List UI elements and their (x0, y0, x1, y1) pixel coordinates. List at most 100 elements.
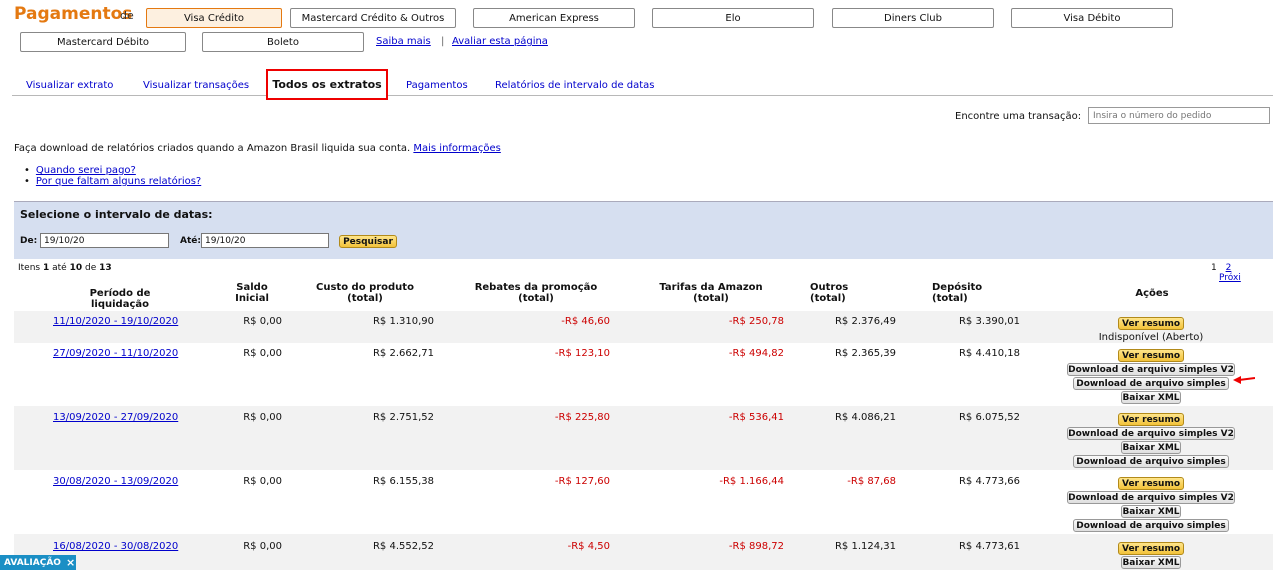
rebates-cell: -R$ 127,60 (554, 476, 610, 487)
ver-resumo-button[interactable]: Ver resumo (1118, 317, 1184, 330)
download-de-arquivo-simples-button[interactable]: Download de arquivo simples (1073, 519, 1229, 532)
outros-cell: R$ 2.365,39 (834, 348, 896, 359)
period-link[interactable]: 27/09/2020 - 11/10/2020 (53, 348, 178, 359)
deposito-cell: R$ 4.773,61 (958, 541, 1020, 552)
ver-resumo-button[interactable]: Ver resumo (1118, 413, 1184, 426)
tab-relatorios-intervalo[interactable]: Relatórios de intervalo de datas (495, 80, 655, 91)
date-range-title: Selecione o intervalo de datas: (20, 208, 213, 221)
outros-cell: R$ 1.124,31 (834, 541, 896, 552)
period-link[interactable]: 11/10/2020 - 19/10/2020 (53, 316, 178, 327)
custo-cell: R$ 2.751,52 (372, 412, 434, 423)
intro-sentence: Faça download de relatórios criados quan… (14, 143, 411, 154)
red-arrow-icon (1233, 376, 1255, 384)
saldo-cell: R$ 0,00 (243, 476, 282, 487)
items-prefix: Itens (18, 263, 41, 273)
deposito-cell: R$ 3.390,01 (958, 316, 1020, 327)
card-tab-amex[interactable]: American Express (473, 8, 635, 28)
col-deposito: Depósito (total) (932, 282, 983, 304)
card-tab-visa-debito[interactable]: Visa Débito (1011, 8, 1173, 28)
tab-todos-os-extratos[interactable]: Todos os extratos (266, 69, 388, 100)
feedback-tab[interactable]: AVALIAÇÃO × (0, 555, 76, 570)
baixar-xml-button[interactable]: Baixar XML (1121, 391, 1181, 404)
col-rebates: Rebates da promoção (total) (474, 282, 598, 304)
card-tab-boleto[interactable]: Boleto (202, 32, 364, 52)
baixar-xml-button[interactable]: Baixar XML (1121, 441, 1181, 454)
pesquisar-button[interactable]: Pesquisar (339, 235, 397, 248)
outros-cell: -R$ 87,68 (847, 476, 896, 487)
col-tarifas: Tarifas da Amazon (total) (659, 282, 763, 304)
saldo-cell: R$ 0,00 (243, 412, 282, 423)
card-tab-mastercard-debito[interactable]: Mastercard Débito (20, 32, 186, 52)
items-count: Itens 1 até 10 de 13 (18, 263, 112, 273)
period-link[interactable]: 16/08/2020 - 30/08/2020 (53, 541, 178, 552)
quando-serei-pago-link[interactable]: Quando serei pago? (36, 165, 136, 176)
saiba-mais-link[interactable]: Saiba mais (376, 36, 431, 47)
order-search-input[interactable] (1088, 107, 1270, 124)
card-tab-diners[interactable]: Diners Club (832, 8, 994, 28)
ver-resumo-button[interactable]: Ver resumo (1118, 542, 1184, 555)
download-de-arquivo-simples-v2-button[interactable]: Download de arquivo simples V2 (1067, 363, 1235, 376)
tarifas-cell: -R$ 898,72 (728, 541, 784, 552)
saldo-cell: R$ 0,00 (243, 348, 282, 359)
ate-label: Até: (180, 236, 201, 246)
col-acoes: Ações (1135, 288, 1169, 299)
rebates-cell: -R$ 225,80 (554, 412, 610, 423)
download-de-arquivo-simples-v2-button[interactable]: Download de arquivo simples V2 (1067, 491, 1235, 504)
card-tab-visa-credito[interactable]: Visa Crédito (146, 8, 282, 28)
list-item: Por que faltam alguns relatórios? (24, 176, 201, 187)
close-icon[interactable]: × (66, 556, 75, 569)
ver-resumo-button[interactable]: Ver resumo (1118, 349, 1184, 362)
feedback-label: AVALIAÇÃO (4, 557, 61, 568)
custo-cell: R$ 6.155,38 (372, 476, 434, 487)
date-to-input[interactable] (201, 233, 329, 248)
tab-pagamentos[interactable]: Pagamentos (406, 80, 468, 91)
baixar-xml-button[interactable]: Baixar XML (1121, 556, 1181, 569)
custo-cell: R$ 4.552,52 (372, 541, 434, 552)
deposito-cell: R$ 4.773,66 (958, 476, 1020, 487)
col-outros: Outros (total) (810, 282, 849, 304)
status-text: Indisponível (Aberto) (1098, 332, 1204, 343)
rebates-cell: -R$ 46,60 (561, 316, 610, 327)
rebates-cell: -R$ 4,50 (567, 541, 610, 552)
tabs-divider (12, 95, 1273, 96)
page-title: Pagamentos (14, 4, 133, 24)
download-de-arquivo-simples-v2-button[interactable]: Download de arquivo simples V2 (1067, 427, 1235, 440)
de-label: De: (20, 236, 38, 246)
list-item: Quando serei pago? (24, 165, 201, 176)
title-suffix: de (120, 9, 134, 22)
col-saldo: Saldo Inicial (235, 282, 269, 304)
outros-cell: R$ 4.086,21 (834, 412, 896, 423)
period-link[interactable]: 13/09/2020 - 27/09/2020 (53, 412, 178, 423)
ver-resumo-button[interactable]: Ver resumo (1118, 477, 1184, 490)
next-page-link[interactable]: Próxi (1219, 273, 1241, 283)
saldo-cell: R$ 0,00 (243, 316, 282, 327)
mais-informacoes-link[interactable]: Mais informações (413, 143, 500, 154)
tarifas-cell: -R$ 1.166,44 (719, 476, 784, 487)
items-to-word: até (52, 263, 67, 273)
items-total: 13 (99, 263, 112, 273)
items-from: 1 (43, 263, 50, 273)
tarifas-cell: -R$ 494,82 (728, 348, 784, 359)
outros-cell: R$ 2.376,49 (834, 316, 896, 327)
download-de-arquivo-simples-button[interactable]: Download de arquivo simples (1073, 455, 1229, 468)
card-tab-elo[interactable]: Elo (652, 8, 814, 28)
tab-visualizar-extrato[interactable]: Visualizar extrato (26, 80, 113, 91)
intro-text: Faça download de relatórios criados quan… (14, 143, 501, 154)
col-periodo: Período de liquidação (89, 288, 151, 310)
avaliar-pagina-link[interactable]: Avaliar esta página (452, 36, 548, 47)
help-links: Quando serei pago? Por que faltam alguns… (24, 165, 201, 187)
date-from-input[interactable] (40, 233, 169, 248)
download-de-arquivo-simples-button[interactable]: Download de arquivo simples (1073, 377, 1229, 390)
tab-visualizar-transacoes[interactable]: Visualizar transações (143, 80, 249, 91)
items-to: 10 (69, 263, 83, 273)
period-link[interactable]: 30/08/2020 - 13/09/2020 (53, 476, 178, 487)
relatorios-faltando-link[interactable]: Por que faltam alguns relatórios? (36, 176, 201, 187)
custo-cell: R$ 1.310,90 (372, 316, 434, 327)
card-tab-mastercard-credito[interactable]: Mastercard Crédito & Outros (290, 8, 456, 28)
tarifas-cell: -R$ 536,41 (728, 412, 784, 423)
page-2-link[interactable]: 2 (1226, 263, 1232, 273)
search-label: Encontre uma transação: (955, 111, 1082, 122)
baixar-xml-button[interactable]: Baixar XML (1121, 505, 1181, 518)
rebates-cell: -R$ 123,10 (554, 348, 610, 359)
page-1: 1 (1211, 263, 1217, 273)
